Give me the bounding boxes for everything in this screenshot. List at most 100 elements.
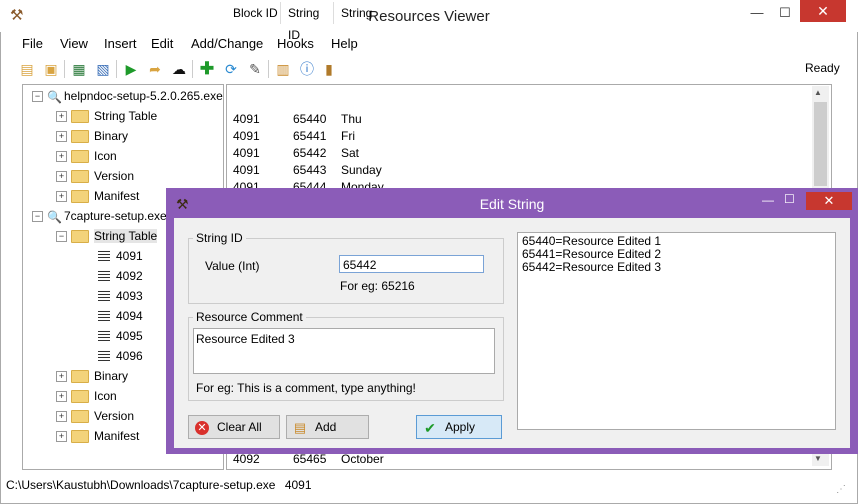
cell-string-id[interactable]: 65441	[293, 128, 326, 145]
expand-icon[interactable]: +	[56, 431, 67, 443]
string-id-group-label: String ID	[193, 231, 246, 245]
folder-icon	[71, 190, 89, 204]
save-icon[interactable]: ▦	[70, 60, 88, 78]
menu-insert[interactable]: Insert	[104, 36, 137, 51]
edit-icon[interactable]: ✎	[246, 60, 264, 78]
dialog-close-button[interactable]: ✕	[806, 192, 852, 210]
refresh-icon[interactable]: ⟳	[222, 60, 240, 78]
output-textarea[interactable]: 65440=Resource Edited 1 65441=Resource E…	[517, 232, 836, 430]
menu-help[interactable]: Help	[331, 36, 358, 51]
tree-node[interactable]: + String Table	[56, 107, 157, 125]
menu-add-change[interactable]: Add/Change	[191, 36, 263, 51]
exit-door-icon[interactable]: ▮	[320, 60, 338, 78]
cell-block-id[interactable]: 4091	[233, 162, 260, 179]
text-doc-icon	[98, 350, 110, 363]
magnifier-icon: 🔍	[47, 89, 62, 104]
text-doc-icon	[98, 250, 110, 263]
close-button[interactable]: ✕	[800, 0, 846, 22]
open-icon[interactable]: ▤	[18, 60, 36, 78]
value-input[interactable]: 65442	[339, 255, 484, 273]
cell-string[interactable]: Sunday	[341, 162, 382, 179]
tree-node[interactable]: + Version	[56, 407, 134, 425]
expand-icon[interactable]: +	[56, 131, 67, 143]
cell-string[interactable]: Thu	[341, 111, 362, 128]
menu-view[interactable]: View	[60, 36, 88, 51]
cell-block-id[interactable]: 4091	[233, 145, 260, 162]
folder-icon	[71, 390, 89, 404]
status-ready: Ready	[805, 61, 840, 75]
apply-button[interactable]: ✔ Apply	[416, 415, 502, 439]
status-block: 4091	[284, 478, 312, 492]
status-bar: C:\Users\Kaustubh\Downloads\7capture-set…	[6, 474, 852, 496]
collapse-icon[interactable]: −	[56, 231, 67, 243]
tree-node[interactable]: + Manifest	[56, 427, 139, 445]
tree-node-file1[interactable]: − 🔍 helpndoc-setup-5.2.0.265.exe	[32, 87, 223, 105]
tree-block[interactable]: 4096	[98, 347, 143, 365]
tree-block[interactable]: 4095	[98, 327, 143, 345]
column-header-string-id[interactable]: String ID	[282, 2, 334, 42]
expand-icon[interactable]: +	[56, 151, 67, 163]
toolbar-separator	[64, 60, 65, 78]
expand-icon[interactable]: +	[56, 171, 67, 183]
tree-block[interactable]: 4092	[98, 267, 143, 285]
tree-node[interactable]: + Icon	[56, 387, 117, 405]
expand-icon[interactable]: +	[56, 191, 67, 203]
properties-icon[interactable]: ▥	[274, 60, 292, 78]
cell-string-id[interactable]: 65442	[293, 145, 326, 162]
menu-file[interactable]: File	[22, 36, 43, 51]
status-path: C:\Users\Kaustubh\Downloads\7capture-set…	[6, 478, 276, 492]
tree-node[interactable]: + Binary	[56, 127, 128, 145]
scroll-down-icon[interactable]: ▼	[814, 454, 822, 463]
tree-node[interactable]: + Icon	[56, 147, 117, 165]
tree-block[interactable]: 4093	[98, 287, 143, 305]
comment-textarea[interactable]: Resource Edited 3	[193, 328, 495, 374]
expand-icon[interactable]: +	[56, 111, 67, 123]
tree-node[interactable]: + Manifest	[56, 187, 139, 205]
add-icon[interactable]: ✚	[198, 60, 216, 78]
column-header-string[interactable]: String	[335, 2, 535, 24]
expand-icon[interactable]: +	[56, 391, 67, 403]
cell-string[interactable]: Fri	[341, 128, 355, 145]
cell-block-id[interactable]: 4091	[233, 128, 260, 145]
value-label: Value (Int)	[205, 259, 260, 273]
dialog-maximize-button[interactable]: ☐	[784, 192, 795, 206]
tree-block[interactable]: 4094	[98, 307, 143, 325]
tree-node[interactable]: + Version	[56, 167, 134, 185]
add-button[interactable]: ▤ Add	[286, 415, 369, 439]
export-icon[interactable]: ➦	[146, 60, 164, 78]
clear-all-button[interactable]: ✕ Clear All	[188, 415, 280, 439]
menu-edit[interactable]: Edit	[151, 36, 173, 51]
cell-string-id[interactable]: 65440	[293, 111, 326, 128]
tree-node-string-table[interactable]: − String Table	[56, 227, 158, 245]
collapse-icon[interactable]: −	[32, 91, 43, 103]
expand-icon[interactable]: +	[56, 411, 67, 423]
dialog-minimize-button[interactable]: —	[762, 193, 774, 207]
folder-icon	[71, 150, 89, 164]
tree-node[interactable]: + Binary	[56, 367, 128, 385]
cloud-upload-icon[interactable]: ☁	[170, 60, 188, 78]
text-doc-icon	[98, 290, 110, 303]
collapse-icon[interactable]: −	[32, 211, 43, 223]
save-all-icon[interactable]: ▧	[94, 60, 112, 78]
tree-block[interactable]: 4091	[98, 247, 143, 265]
info-icon[interactable]: ⓘ	[298, 60, 316, 78]
tree-node-file2[interactable]: − 🔍 7capture-setup.exe	[32, 207, 167, 225]
run-icon[interactable]: ▶	[122, 60, 140, 78]
column-header-block-id[interactable]: Block ID	[227, 2, 281, 24]
resize-grip-icon[interactable]: ⋰	[836, 484, 846, 495]
open-folder-icon[interactable]: ▣	[42, 60, 60, 78]
scroll-thumb[interactable]	[814, 102, 827, 186]
expand-icon[interactable]: +	[56, 371, 67, 383]
toolbar-separator	[192, 60, 193, 78]
cell-string[interactable]: Sat	[341, 145, 359, 162]
minimize-button[interactable]: —	[744, 4, 770, 22]
toolbar-separator	[116, 60, 117, 78]
cell-string-id[interactable]: 65443	[293, 162, 326, 179]
resource-comment-group-label: Resource Comment	[193, 310, 306, 324]
scroll-up-icon[interactable]: ▲	[814, 88, 822, 97]
magnifier-icon: 🔍	[47, 209, 62, 224]
text-doc-icon	[98, 270, 110, 283]
comment-hint: For eg: This is a comment, type anything…	[196, 381, 416, 395]
cell-block-id[interactable]: 4091	[233, 111, 260, 128]
maximize-button[interactable]: ☐	[772, 4, 798, 22]
